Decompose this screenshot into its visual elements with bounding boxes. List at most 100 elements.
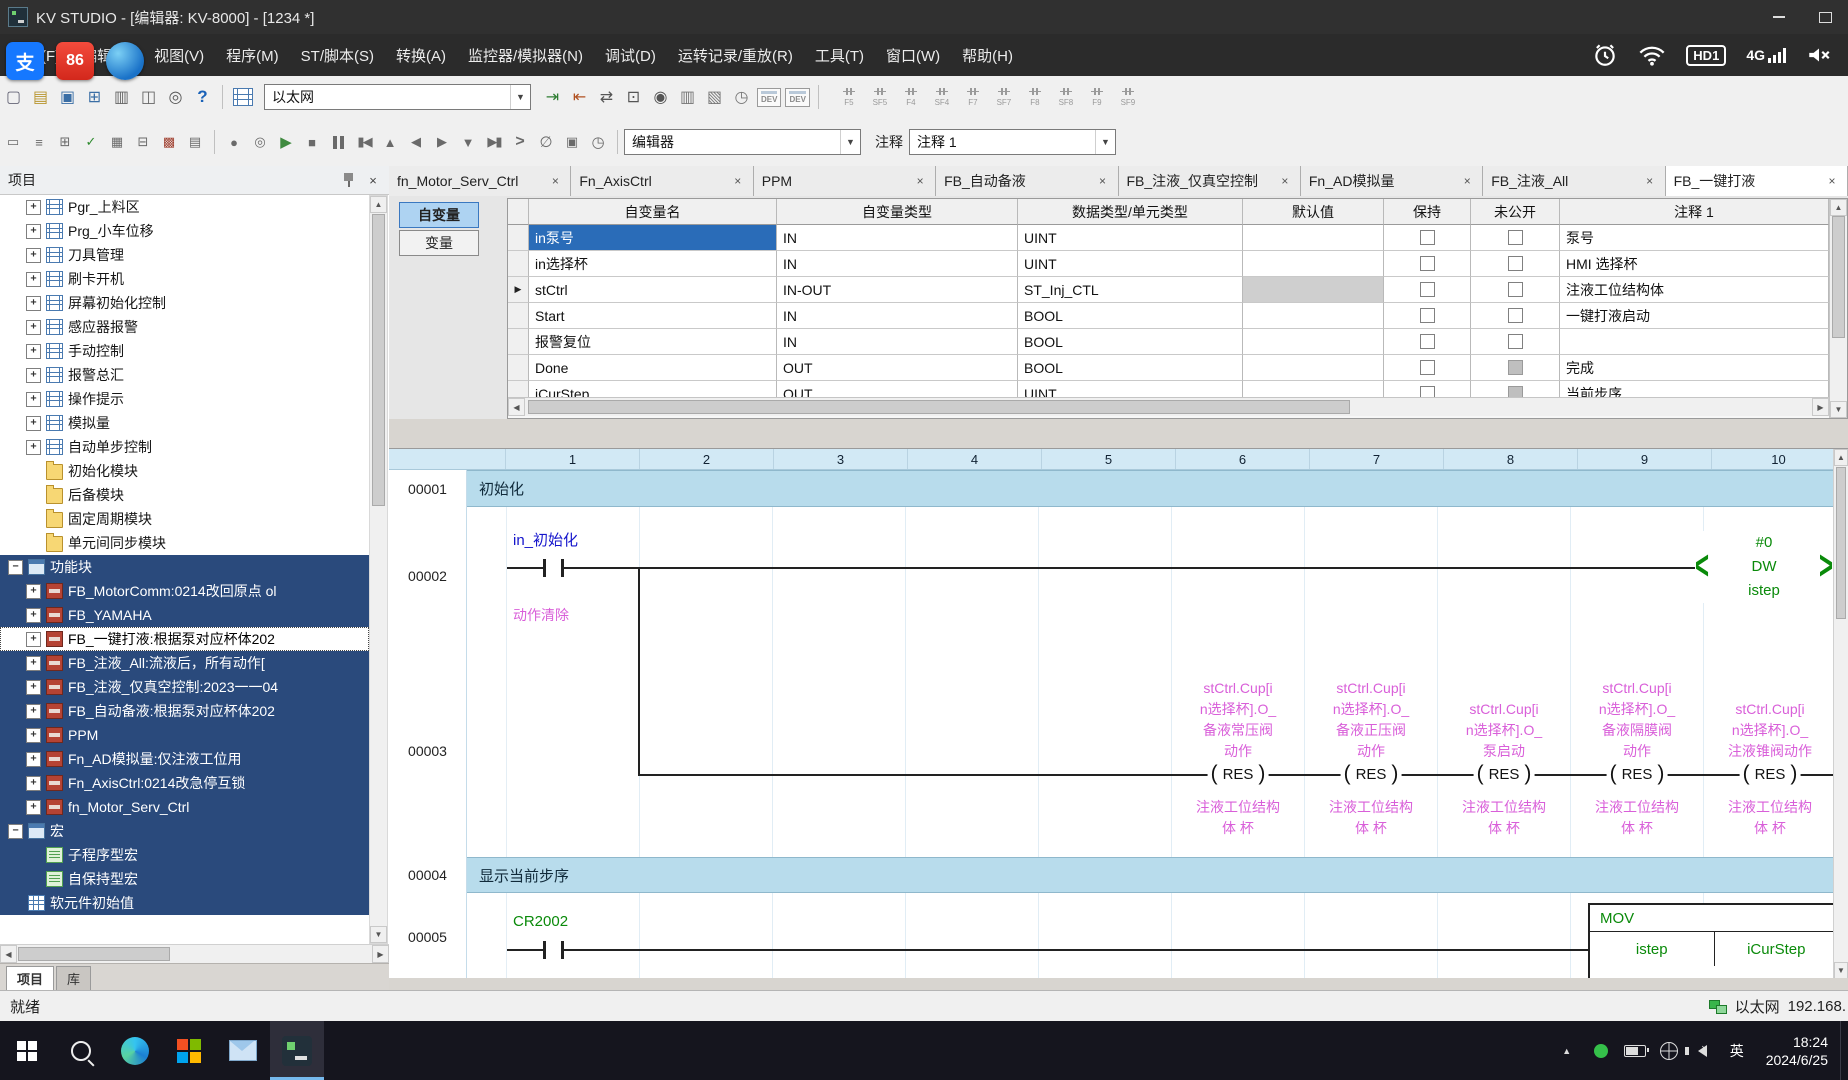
tree-item[interactable]: Fn_AD模拟量:仅注液工位用: [0, 747, 369, 771]
run-icon[interactable]: [507, 130, 533, 154]
pin-icon[interactable]: [343, 173, 355, 187]
tree-item[interactable]: 报警总汇: [0, 363, 369, 387]
tree-item-macros[interactable]: 宏: [0, 819, 369, 843]
scroll-right-button[interactable]: [372, 945, 389, 963]
cell-comment[interactable]: 泵号: [1560, 225, 1829, 251]
registration-icon[interactable]: [701, 84, 728, 110]
expand-icon[interactable]: [26, 752, 41, 767]
menu-view[interactable]: 视图(V): [143, 34, 215, 76]
tree-item-device-init[interactable]: 软元件初始值: [0, 891, 369, 915]
row-selector[interactable]: [508, 277, 529, 303]
expand-icon[interactable]: [26, 728, 41, 743]
minimize-button[interactable]: [1756, 0, 1802, 34]
keep-checkbox[interactable]: [1420, 230, 1435, 245]
scrollbar-thumb[interactable]: [18, 947, 170, 961]
ladder-edit-icon[interactable]: [229, 84, 256, 110]
kv-studio-taskbar-button[interactable]: [270, 1021, 324, 1080]
menu-monitor-simulator[interactable]: 监控器/模拟器(N): [457, 34, 594, 76]
tree-item[interactable]: 子程序型宏: [0, 843, 369, 867]
contact-symbol[interactable]: [543, 559, 546, 577]
cell-default[interactable]: [1243, 251, 1384, 277]
unpublished-checkbox[interactable]: [1508, 282, 1523, 297]
tree-item[interactable]: 刷卡开机: [0, 267, 369, 291]
expand-icon[interactable]: [26, 776, 41, 791]
cell-datatype[interactable]: UINT: [1018, 381, 1243, 397]
cell-datatype[interactable]: UINT: [1018, 251, 1243, 277]
rung-grid[interactable]: in_初始化 动作清除 #0 DW istep: [507, 507, 1837, 645]
close-tab-icon[interactable]: [731, 174, 745, 188]
scrollbar-thumb[interactable]: [1836, 467, 1846, 619]
expand-icon[interactable]: [26, 680, 41, 695]
cell-comment[interactable]: 一键打液启动: [1560, 303, 1829, 329]
row-selector[interactable]: [508, 251, 529, 277]
scroll-right-button[interactable]: [1812, 398, 1829, 416]
editor-tab[interactable]: Fn_AD模拟量: [1301, 166, 1483, 196]
step-back-icon[interactable]: [403, 130, 429, 154]
print-preview-icon[interactable]: [135, 84, 162, 110]
maximize-button[interactable]: [1802, 0, 1848, 34]
scroll-down-button[interactable]: [1830, 401, 1847, 418]
rung-number[interactable]: 00003: [389, 645, 467, 857]
mail-button[interactable]: [216, 1021, 270, 1080]
help-icon[interactable]: [189, 84, 216, 110]
input-language-button[interactable]: 英: [1720, 1021, 1754, 1080]
collapse-icon[interactable]: [8, 824, 23, 839]
fkey-button[interactable]: SF4: [928, 87, 956, 107]
rung-number[interactable]: 00005: [389, 893, 467, 980]
expand-icon[interactable]: [26, 296, 41, 311]
rung-title-band[interactable]: 初始化: [467, 470, 1848, 507]
rung-grid[interactable]: stCtrl.Cup[i n选择杯].O_ 备液常压阀 动作 RES 注液工位结…: [507, 645, 1837, 857]
tree-item[interactable]: 自动单步控制: [0, 435, 369, 459]
unpublished-checkbox[interactable]: [1508, 256, 1523, 271]
fkey-button[interactable]: F5: [835, 87, 863, 107]
pause-icon[interactable]: [325, 130, 351, 154]
tree-item[interactable]: Prg_小车位移: [0, 219, 369, 243]
save-all-icon[interactable]: [81, 84, 108, 110]
disable-icon[interactable]: [533, 130, 559, 154]
cell-comment[interactable]: 注液工位结构体: [1560, 277, 1829, 303]
expand-icon[interactable]: [26, 272, 41, 287]
cell-comment[interactable]: 完成: [1560, 355, 1829, 381]
editor-tab[interactable]: FB_注液_All: [1483, 166, 1665, 196]
scrollbar-thumb[interactable]: [1832, 216, 1845, 338]
stop-icon[interactable]: [299, 130, 325, 154]
new-project-icon[interactable]: [0, 84, 27, 110]
skip-last-icon[interactable]: [481, 130, 507, 154]
scroll-left-button[interactable]: [508, 398, 525, 416]
tree-item[interactable]: FB_注液_仅真空控制:2023一一04: [0, 675, 369, 699]
editor-tab[interactable]: Fn_AxisCtrl: [571, 166, 753, 196]
keep-checkbox[interactable]: [1420, 282, 1435, 297]
fkey-button[interactable]: SF7: [990, 87, 1018, 107]
editor-tab-active[interactable]: FB_一键打液: [1666, 166, 1848, 196]
tools-icon[interactable]: [182, 130, 208, 154]
close-tab-icon[interactable]: [1278, 174, 1292, 188]
tree-item-active[interactable]: FB_一键打液:根据泵对应杯体202: [0, 627, 369, 651]
chevron-down-icon[interactable]: [840, 130, 860, 154]
cell-name[interactable]: 报警复位: [529, 329, 777, 355]
expand-icon[interactable]: [26, 416, 41, 431]
scroll-up-button[interactable]: [1830, 199, 1847, 216]
select-tool-icon[interactable]: [0, 130, 26, 154]
close-tab-icon[interactable]: [1460, 174, 1474, 188]
tree-item[interactable]: Pgr_上料区: [0, 195, 369, 219]
play-icon[interactable]: [273, 130, 299, 154]
expand-icon[interactable]: [26, 320, 41, 335]
search-icon[interactable]: [162, 84, 189, 110]
tree-item[interactable]: 单元间同步模块: [0, 531, 369, 555]
tab-project[interactable]: 项目: [6, 966, 54, 990]
contact-symbol[interactable]: [561, 941, 564, 959]
close-tab-icon[interactable]: [548, 174, 562, 188]
transfer-from-plc-icon[interactable]: [566, 84, 593, 110]
cell-name[interactable]: Start: [529, 303, 777, 329]
dev-badge-1[interactable]: DEV: [757, 88, 781, 107]
battery-button[interactable]: [1618, 1021, 1652, 1080]
record-ring-icon[interactable]: [247, 130, 273, 154]
tab-library[interactable]: 库: [56, 966, 91, 990]
verify-icon[interactable]: [593, 84, 620, 110]
editor-tab[interactable]: FB_注液_仅真空控制: [1119, 166, 1301, 196]
rung-title-band[interactable]: 显示当前步序: [467, 857, 1848, 893]
contact-symbol[interactable]: [543, 941, 546, 959]
expand-icon[interactable]: [26, 632, 41, 647]
editor-mode-select[interactable]: 编辑器: [624, 129, 861, 155]
scroll-up-button[interactable]: [1834, 449, 1848, 466]
